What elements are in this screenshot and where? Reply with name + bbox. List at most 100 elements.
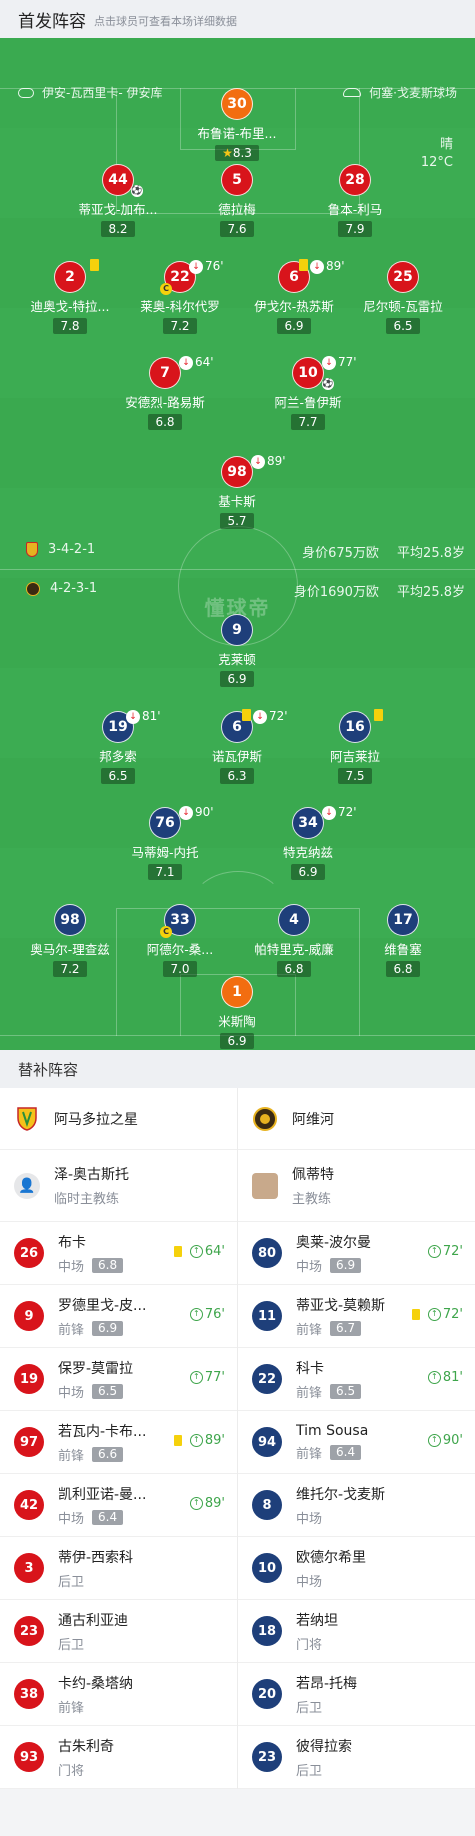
player-name: 特克纳兹 <box>282 845 333 860</box>
player-rating: 7.7 <box>291 414 325 430</box>
sub-rating: 6.9 <box>330 1257 362 1273</box>
player-rating: 6.9 <box>220 1033 254 1049</box>
sub-in-icon: ↑ <box>427 1245 441 1258</box>
home-player-6[interactable]: 6 ↓ 89' 伊戈尔-热苏斯 6.9 <box>234 259 354 334</box>
away-sub-row[interactable]: 80 奥莱-波尔曼 中场 6.9 ↑ 72' <box>238 1222 475 1285</box>
home-sub-row[interactable]: 3 蒂伊-西索科 后卫 <box>0 1537 237 1600</box>
home-player-2[interactable]: 2 迪奥戈-特拉... 7.8 <box>10 259 130 334</box>
home-player-28[interactable]: 28 鲁本-利马 7.9 <box>295 164 415 237</box>
home-player-7[interactable]: 7 ↓ 64' 安德烈-路易斯 6.8 <box>105 355 225 430</box>
sub-pos: 中场 <box>58 1511 85 1527</box>
yellow-card-icon <box>173 1435 182 1446</box>
sub-number: 22 <box>252 1364 282 1394</box>
sub-name: 若昂-托梅 <box>296 1675 358 1692</box>
sub-name: 通古利亚迪 <box>58 1612 128 1629</box>
sub-in-minute: 90' <box>442 1433 463 1448</box>
sub-pos: 中场 <box>296 1574 323 1590</box>
player-number: 2 <box>54 261 86 293</box>
sub-in-icon: ↑ <box>189 1245 203 1258</box>
sub-pos: 后卫 <box>296 1763 323 1779</box>
sub-rating: 6.8 <box>92 1257 124 1273</box>
away-player-1[interactable]: 1 米斯陶 6.9 <box>177 976 297 1049</box>
weather-temp: 12°C <box>420 155 453 170</box>
home-sub-row[interactable]: 19 保罗-莫雷拉 中场 6.5 ↑ 77' <box>0 1348 237 1411</box>
player-number: 4 <box>278 904 310 936</box>
away-player-6[interactable]: 6 ↓ 72' 诺瓦伊斯 6.3 <box>177 709 297 784</box>
away-coach[interactable]: 佩蒂特 主教练 <box>238 1150 475 1222</box>
weather-condition: 晴 <box>439 137 453 152</box>
sub-number: 97 <box>14 1427 44 1457</box>
lineup-title: 首发阵容 <box>18 11 86 32</box>
away-sub-row[interactable]: 11 蒂亚戈-莫赖斯 前锋 6.7 ↑ 72' <box>238 1285 475 1348</box>
away-sub-row[interactable]: 22 科卡 前锋 6.5 ↑ 81' <box>238 1348 475 1411</box>
home-player-30[interactable]: 30 布鲁诺-布里... ★8.3 <box>177 88 297 161</box>
sub-number: 20 <box>252 1679 282 1709</box>
yellow-card-icon <box>299 259 308 271</box>
away-player-9[interactable]: 9 克莱顿 6.9 <box>177 614 297 687</box>
home-sub-row[interactable]: 9 罗德里戈-皮... 前锋 6.9 ↑ 76' <box>0 1285 237 1348</box>
sub-name: 布卡 <box>58 1234 86 1251</box>
home-player-44[interactable]: 44 ⚽ 蒂亚戈-加布... 8.2 <box>58 164 178 237</box>
away-player-17[interactable]: 17 维鲁塞 6.8 <box>343 904 463 977</box>
player-rating: 6.9 <box>220 671 254 687</box>
sub-name: 奥莱-波尔曼 <box>296 1234 372 1251</box>
away-sub-row[interactable]: 23 彼得拉索 后卫 <box>238 1726 475 1789</box>
home-coach[interactable]: 👤 泽-奥古斯托 临时主教练 <box>0 1150 237 1222</box>
yellow-card-icon <box>173 1246 182 1257</box>
player-name: 基卡斯 <box>218 494 256 509</box>
sub-in-minute: 72' <box>442 1244 463 1259</box>
sub-pos: 门将 <box>296 1637 323 1653</box>
away-player-76[interactable]: 76 ↓ 90' 马蒂姆-内托 7.1 <box>105 805 225 880</box>
sub-name: 保罗-莫雷拉 <box>58 1360 134 1377</box>
sub-name: 欧德尔希里 <box>296 1549 366 1566</box>
sub-in-minute: 89' <box>204 1496 225 1511</box>
sub-rating: 6.4 <box>92 1509 124 1525</box>
home-player-22[interactable]: 22 ↓ 76' C 莱奥-科尔代罗 7.2 <box>120 259 240 334</box>
sub-out-icon: ↓ <box>322 356 336 370</box>
home-sub-row[interactable]: 42 凯利亚诺-曼... 中场 6.4 ↑ 89' <box>0 1474 237 1537</box>
home-subs-column: 阿马多拉之星 👤 泽-奥古斯托 临时主教练 26 布卡 中场 6.8 ↑ 64' 9… <box>0 1088 237 1789</box>
sub-in-minute: 81' <box>442 1370 463 1385</box>
coach-avatar-icon: 👤 <box>14 1172 40 1199</box>
player-rating: 7.0 <box>163 961 197 977</box>
away-sub-row[interactable]: 8 维托尔-戈麦斯 中场 <box>238 1474 475 1537</box>
player-name: 帕特里克-威廉 <box>254 942 334 957</box>
sub-pos: 中场 <box>58 1259 85 1275</box>
home-sub-row[interactable]: 23 通古利亚迪 后卫 <box>0 1600 237 1663</box>
player-rating: 6.3 <box>220 768 254 784</box>
away-player-33[interactable]: 33 C 阿德尔-桑... 7.0 <box>120 904 240 977</box>
away-sub-row[interactable]: 20 若昂-托梅 后卫 <box>238 1663 475 1726</box>
home-player-10[interactable]: 10 ↓ 77' ⚽ 阿兰-鲁伊斯 7.7 <box>248 355 368 430</box>
away-sub-row[interactable]: 94 Tim Sousa 前锋 6.4 ↑ 90' <box>238 1411 475 1474</box>
away-sub-row[interactable]: 18 若纳坦 门将 <box>238 1600 475 1663</box>
home-avg-age: 平均25.8岁 <box>397 546 465 561</box>
sub-pos: 前锋 <box>296 1446 323 1462</box>
home-player-98[interactable]: 98 ↓ 89' 基卡斯 5.7 <box>177 454 297 529</box>
player-name: 马蒂姆-内托 <box>131 845 199 860</box>
away-player-16[interactable]: 16 阿吉莱拉 7.5 <box>295 709 415 784</box>
goal-ball-icon: ⚽ <box>131 185 143 197</box>
player-number: 9 <box>221 614 253 646</box>
home-team-name: 阿马多拉之星 <box>54 1111 138 1128</box>
player-name: 莱奥-科尔代罗 <box>140 299 220 314</box>
sub-in-minute: 89' <box>204 1433 225 1448</box>
sub-number: 94 <box>252 1427 282 1457</box>
player-rating: 7.8 <box>53 318 87 334</box>
home-sub-row[interactable]: 97 若瓦内-卡布... 前锋 6.6 ↑ 89' <box>0 1411 237 1474</box>
sub-in-icon: ↑ <box>189 1497 203 1510</box>
away-player-34[interactable]: 34 ↓ 72' 特克纳兹 6.9 <box>248 805 368 880</box>
sub-in-icon: ↑ <box>427 1308 441 1321</box>
sub-pos: 前锋 <box>58 1700 85 1716</box>
home-player-5[interactable]: 5 德拉梅 7.6 <box>177 164 297 237</box>
player-number: 34 <box>292 807 324 839</box>
player-rating: 7.9 <box>338 221 372 237</box>
home-player-25[interactable]: 25 尼尔顿-瓦雷拉 6.5 <box>343 261 463 334</box>
home-sub-row[interactable]: 38 卡约-桑塔纳 前锋 <box>0 1663 237 1726</box>
home-sub-row[interactable]: 93 古朱利奇 门将 <box>0 1726 237 1789</box>
away-player-98[interactable]: 98 奥马尔-理查兹 7.2 <box>10 904 130 977</box>
away-sub-row[interactable]: 10 欧德尔希里 中场 <box>238 1537 475 1600</box>
sub-out-icon: ↓ <box>179 356 193 370</box>
away-player-19[interactable]: 19 ↓ 81' 邦多索 6.5 <box>58 709 178 784</box>
home-sub-row[interactable]: 26 布卡 中场 6.8 ↑ 64' <box>0 1222 237 1285</box>
away-player-4[interactable]: 4 帕特里克-威廉 6.8 <box>234 904 354 977</box>
